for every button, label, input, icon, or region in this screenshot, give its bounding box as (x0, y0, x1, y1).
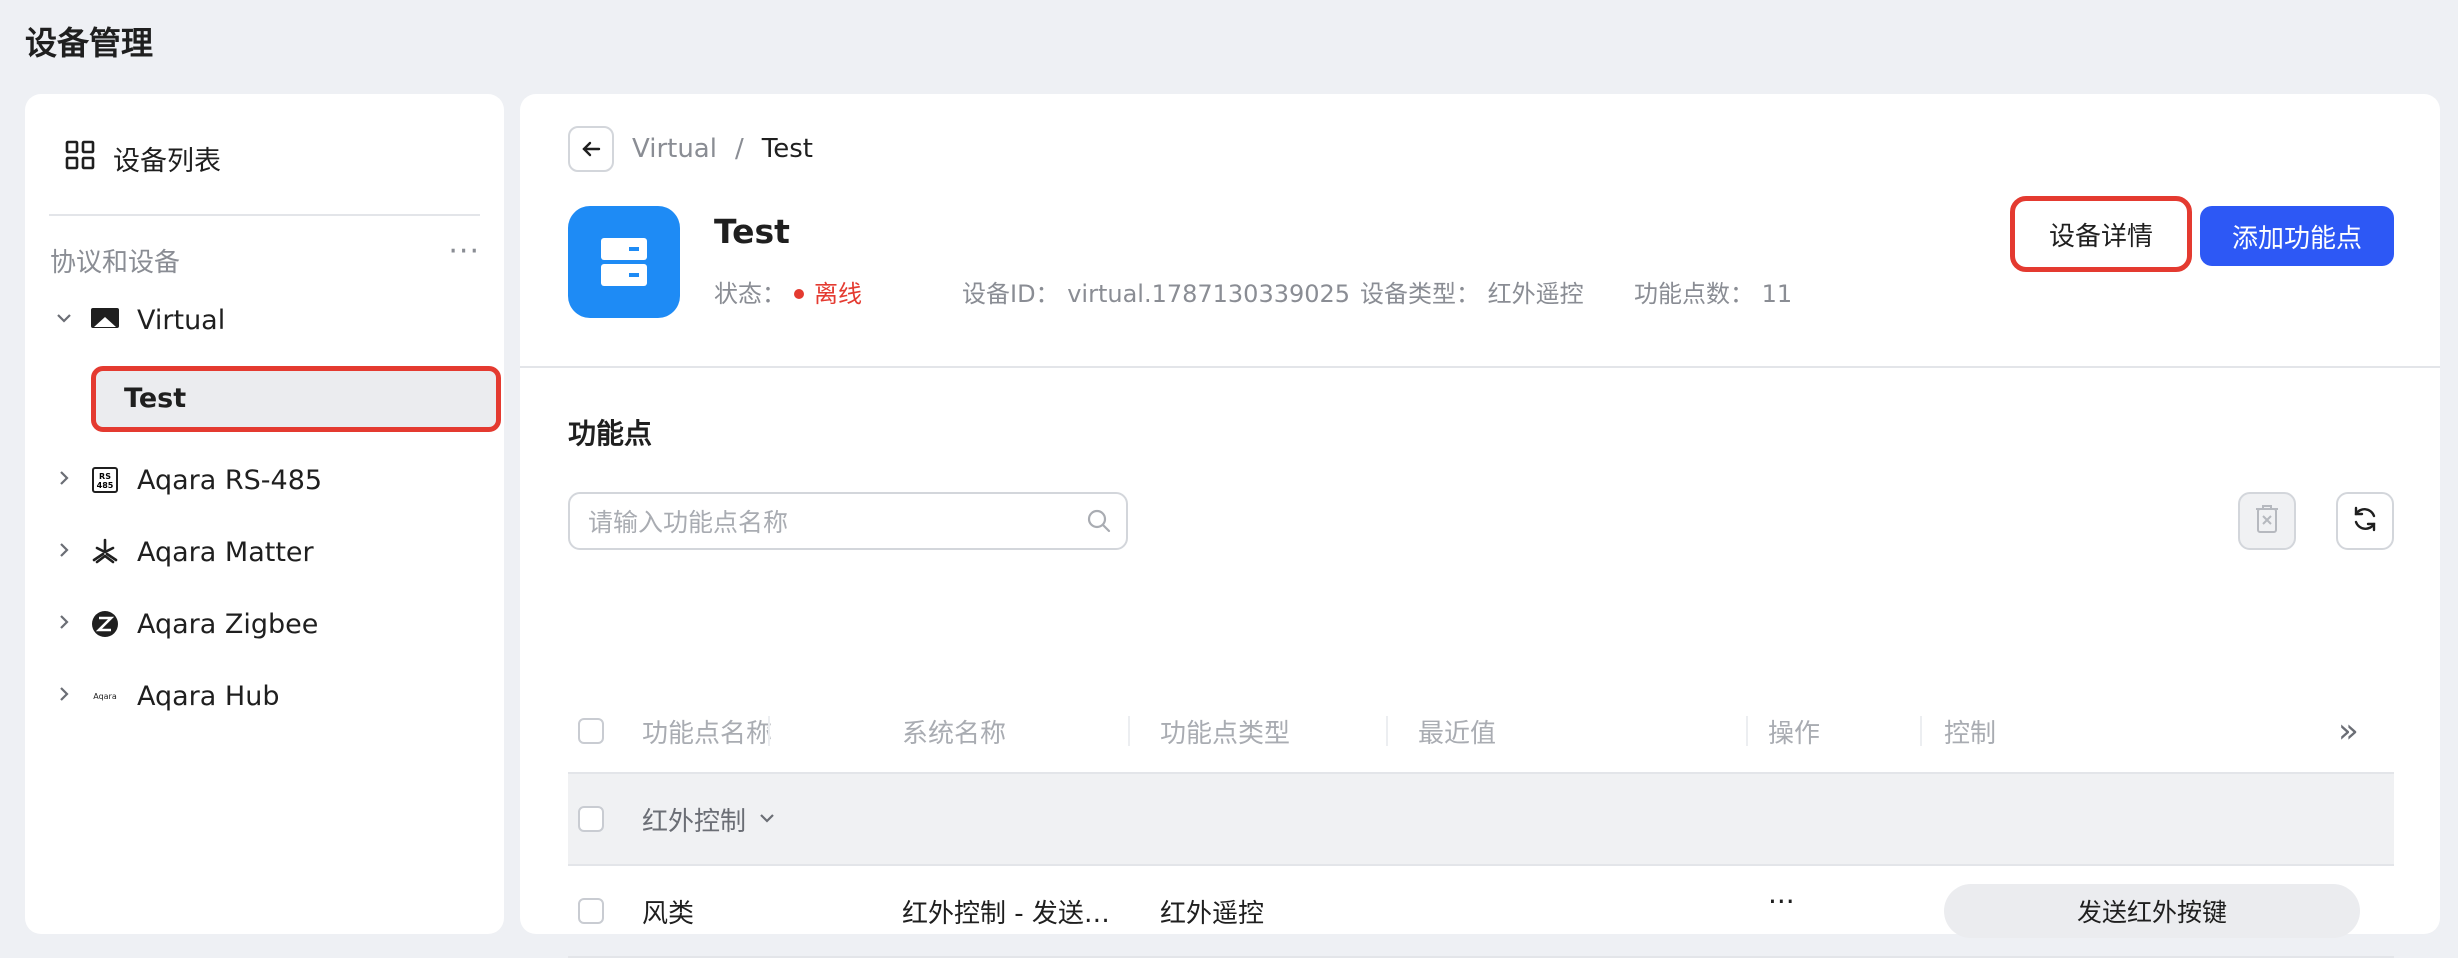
row-system: 红外控制 - 发送… (902, 898, 1110, 929)
row-checkbox[interactable] (578, 898, 604, 924)
tree-item-label: Aqara Zigbee (137, 608, 319, 640)
device-status: 状态： 离线 (714, 274, 862, 309)
tree-item-label: Aqara Hub (137, 680, 280, 712)
column-divider (1746, 716, 1748, 746)
row-type: 红外遥控 (1160, 898, 1265, 929)
refresh-button[interactable] (2336, 492, 2394, 550)
column-divider (1920, 716, 1922, 746)
svg-text:485: 485 (97, 481, 114, 490)
table-header: 功能点名称 系统名称 功能点类型 最近值 操作 控制 » (568, 690, 2394, 774)
device-list-header[interactable]: 设备列表 (65, 139, 221, 178)
refresh-icon (2351, 505, 2379, 537)
breadcrumb-separator: / (734, 134, 744, 164)
group-checkbox[interactable] (578, 806, 604, 832)
col-header-control: 控制 (1944, 718, 1997, 749)
device-type-label: 设备类型： (1360, 280, 1480, 308)
chevron-right-icon[interactable] (55, 612, 83, 637)
col-header-name: 功能点名称 (642, 718, 773, 749)
page-title: 设备管理 (25, 24, 154, 62)
matter-icon (89, 536, 121, 568)
col-header-type: 功能点类型 (1160, 718, 1291, 749)
feature-count-label: 功能点数： (1634, 280, 1754, 308)
add-feature-button[interactable]: 添加功能点 (2200, 206, 2394, 266)
expand-columns-icon[interactable]: » (2338, 690, 2359, 772)
rs485-icon: RS 485 (89, 464, 121, 496)
more-icon[interactable]: ··· (448, 234, 480, 269)
row-name: 风类 (642, 898, 695, 929)
main-panel: Virtual / Test Test 状态： 离线 设备ID： virtual.… (520, 94, 2440, 958)
col-header-op: 操作 (1768, 718, 1821, 749)
sidebar-divider (49, 214, 480, 216)
trash-icon (2254, 504, 2280, 538)
chevron-right-icon[interactable] (55, 684, 83, 709)
tree-item-label: Aqara Matter (137, 536, 314, 568)
table-row: 风类 红外控制 - 发送… 红外遥控 ··· 发送红外按键 (568, 866, 2394, 958)
device-id: 设备ID： virtual.1787130339025 (962, 274, 1350, 309)
device-type-value: 红外遥控 (1487, 280, 1584, 308)
breadcrumb-parent[interactable]: Virtual (632, 134, 717, 164)
status-dot-icon (794, 288, 804, 299)
back-button[interactable] (568, 126, 614, 172)
virtual-device-icon (89, 304, 121, 336)
col-header-latest: 最近值 (1418, 718, 1497, 749)
chevron-right-icon[interactable] (55, 540, 83, 565)
status-value: 离线 (814, 280, 862, 308)
zigbee-icon (89, 608, 121, 640)
breadcrumb: Virtual / Test (632, 134, 813, 164)
column-divider (1386, 716, 1388, 746)
grid-icon (65, 140, 95, 177)
column-divider (1128, 716, 1130, 746)
status-label: 状态： (714, 280, 786, 308)
select-all-checkbox[interactable] (578, 718, 604, 744)
group-label: 红外控制 (642, 806, 747, 837)
tree-item-aqara-hub[interactable]: Aqara Aqara Hub (55, 676, 279, 716)
tree-item-aqara-rs485[interactable]: RS 485 Aqara RS-485 (55, 460, 322, 500)
col-header-system: 系统名称 (902, 718, 1007, 749)
device-icon (568, 206, 680, 318)
tree-item-label: Test (124, 383, 187, 414)
tree-item-label: Aqara RS-485 (137, 464, 323, 496)
device-name: Test (714, 212, 790, 251)
svg-text:RS: RS (99, 472, 111, 481)
sidebar: 设备列表 协议和设备 ··· Virtual Test RS 485 Aqara… (25, 94, 504, 934)
search-input[interactable] (570, 494, 1070, 550)
tree-item-test[interactable]: Test (91, 366, 501, 432)
header-divider (520, 366, 2440, 368)
chevron-right-icon[interactable] (55, 468, 83, 493)
feature-search[interactable] (568, 492, 1128, 550)
device-id-value: virtual.1787130339025 (1067, 280, 1351, 308)
tree-item-aqara-zigbee[interactable]: Aqara Zigbee (55, 604, 318, 644)
protocol-section-label: 协议和设备 (50, 248, 181, 278)
row-more-icon[interactable]: ··· (1768, 856, 1795, 946)
breadcrumb-current: Test (761, 134, 813, 164)
tree-item-virtual[interactable]: Virtual (55, 300, 225, 340)
device-id-label: 设备ID： (962, 280, 1060, 308)
delete-button[interactable] (2238, 492, 2296, 550)
chevron-down-icon[interactable] (758, 804, 776, 834)
tree-item-aqara-matter[interactable]: Aqara Matter (55, 532, 314, 572)
column-divider (768, 716, 770, 746)
chevron-down-icon[interactable] (55, 308, 83, 333)
feature-count: 功能点数： 11 (1634, 274, 1792, 309)
table-group-row[interactable]: 红外控制 (568, 774, 2394, 866)
device-type: 设备类型： 红外遥控 (1360, 274, 1584, 309)
device-list-label: 设备列表 (113, 146, 221, 177)
search-icon[interactable] (1086, 508, 1112, 538)
features-title: 功能点 (568, 417, 653, 450)
feature-count-value: 11 (1761, 280, 1793, 308)
aqara-logo-icon: Aqara (89, 680, 121, 712)
send-ir-key-button[interactable]: 发送红外按键 (1944, 884, 2360, 938)
svg-text:Aqara: Aqara (93, 692, 117, 701)
tree-item-label: Virtual (137, 304, 226, 336)
device-detail-button[interactable]: 设备详情 (2010, 196, 2192, 272)
